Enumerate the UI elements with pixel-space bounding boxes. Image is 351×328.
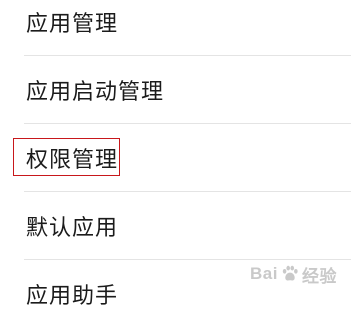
- list-item-app-management[interactable]: 应用管理: [0, 0, 351, 56]
- list-item-default-apps[interactable]: 默认应用: [0, 192, 351, 260]
- highlight-box: [13, 138, 120, 176]
- list-item-app-startup-management[interactable]: 应用启动管理: [0, 56, 351, 124]
- list-item-label: 应用助手: [26, 284, 119, 309]
- list-item-label: 默认应用: [26, 216, 119, 241]
- list-item-label: 应用启动管理: [26, 80, 165, 105]
- list-item-label: 应用管理: [26, 12, 119, 37]
- list-item-app-assistant[interactable]: 应用助手: [0, 260, 351, 328]
